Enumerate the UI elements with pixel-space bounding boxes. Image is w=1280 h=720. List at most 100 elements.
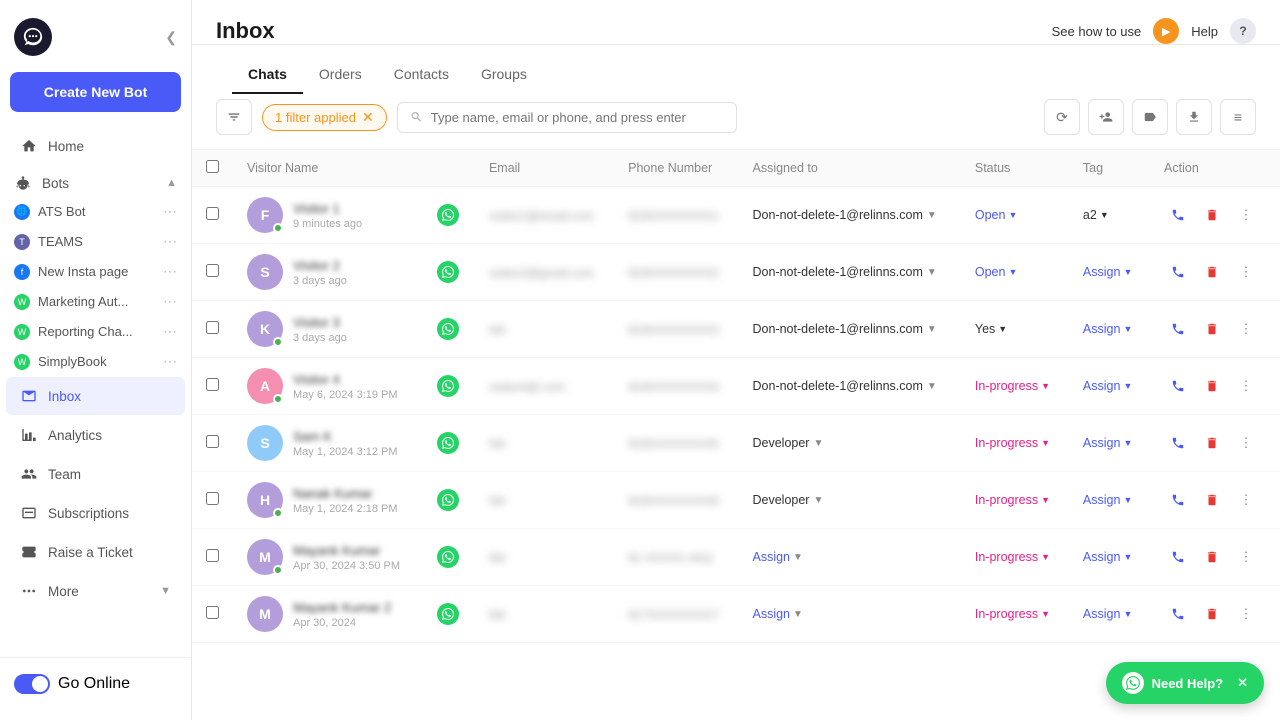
row-checkbox[interactable] — [206, 435, 219, 448]
row-checkbox[interactable] — [206, 321, 219, 334]
sidebar-item-more[interactable]: More ▼ — [6, 572, 185, 610]
sidebar-item-raise-ticket[interactable]: Raise a Ticket — [6, 533, 185, 571]
bot-more-ats[interactable]: ⋯ — [163, 203, 177, 220]
tab-groups[interactable]: Groups — [465, 56, 543, 94]
bot-item-simplybook[interactable]: W SimplyBook ⋯ — [6, 347, 185, 376]
bot-item-insta[interactable]: f New Insta page ⋯ — [6, 257, 185, 286]
row-checkbox[interactable] — [206, 264, 219, 277]
help-button[interactable]: ? — [1230, 18, 1256, 44]
whatsapp-channel-icon — [437, 432, 459, 454]
more-row-button[interactable]: ⋮ — [1232, 258, 1260, 286]
call-button[interactable] — [1164, 600, 1192, 628]
sidebar-item-bots[interactable]: Bots ▲ — [6, 166, 185, 196]
delete-button[interactable] — [1198, 258, 1226, 286]
play-button[interactable]: ▶ — [1153, 18, 1179, 44]
search-icon — [410, 110, 423, 124]
whatsapp-channel-icon — [437, 204, 459, 226]
delete-button[interactable] — [1198, 486, 1226, 514]
analytics-icon — [20, 426, 38, 444]
bot-more-simplybook[interactable]: ⋯ — [163, 353, 177, 370]
delete-button[interactable] — [1198, 543, 1226, 571]
tag-value[interactable]: a2 ▼ — [1083, 208, 1136, 222]
analytics-label: Analytics — [48, 428, 102, 443]
add-user-button[interactable] — [1088, 99, 1124, 135]
call-button[interactable] — [1164, 543, 1192, 571]
visitor-time: 9 minutes ago — [293, 218, 362, 230]
tag-assign[interactable]: Assign ▼ — [1083, 322, 1136, 336]
more-row-button[interactable]: ⋮ — [1232, 429, 1260, 457]
tag-assign[interactable]: Assign ▼ — [1083, 493, 1136, 507]
bot-more-reporting[interactable]: ⋯ — [163, 323, 177, 340]
bot-item-ats[interactable]: 🌐 ATS Bot ⋯ — [6, 197, 185, 226]
more-row-button[interactable]: ⋮ — [1232, 486, 1260, 514]
filter-clear-button[interactable]: ✕ — [362, 109, 374, 126]
tag-assign[interactable]: Assign ▼ — [1083, 436, 1136, 450]
more-row-button[interactable]: ⋮ — [1232, 201, 1260, 229]
call-button[interactable] — [1164, 258, 1192, 286]
go-online-toggle[interactable] — [14, 674, 50, 694]
more-row-button[interactable]: ⋮ — [1232, 372, 1260, 400]
sidebar-item-home[interactable]: Home — [6, 127, 185, 165]
col-email: Email — [475, 150, 614, 187]
bot-item-teams[interactable]: T TEAMS ⋯ — [6, 227, 185, 256]
sidebar-item-inbox[interactable]: Inbox — [6, 377, 185, 415]
help-float-button[interactable]: Need Help? ✕ — [1106, 662, 1264, 704]
tag-assign[interactable]: Assign ▼ — [1083, 550, 1136, 564]
delete-button[interactable] — [1198, 600, 1226, 628]
visitor-time: May 1, 2024 3:12 PM — [293, 446, 398, 458]
collapse-button[interactable]: ❮ — [165, 29, 177, 46]
call-button[interactable] — [1164, 372, 1192, 400]
bot-item-reporting[interactable]: W Reporting Cha... ⋯ — [6, 317, 185, 346]
bot-name-simplybook: SimplyBook — [38, 354, 107, 369]
bot-more-marketing[interactable]: ⋯ — [163, 293, 177, 310]
bot-more-teams[interactable]: ⋯ — [163, 233, 177, 250]
phone-value: 91 XXXXX 4411 — [628, 551, 714, 565]
call-button[interactable] — [1164, 486, 1192, 514]
col-visitor-name: Visitor Name — [233, 150, 423, 187]
more-row-button[interactable]: ⋮ — [1232, 600, 1260, 628]
create-new-bot-button[interactable]: Create New Bot — [10, 72, 181, 112]
bot-item-marketing[interactable]: W Marketing Aut... ⋯ — [6, 287, 185, 316]
help-float-close-icon[interactable]: ✕ — [1237, 675, 1248, 691]
row-checkbox[interactable] — [206, 492, 219, 505]
tag-assign[interactable]: Assign ▼ — [1083, 379, 1136, 393]
phone-value: 919XXXXXXXX1 — [628, 209, 719, 223]
refresh-button[interactable]: ⟳ — [1044, 99, 1080, 135]
tab-contacts[interactable]: Contacts — [378, 56, 465, 94]
more-options-button[interactable]: ≡ — [1220, 99, 1256, 135]
tab-chats[interactable]: Chats — [232, 56, 303, 94]
delete-button[interactable] — [1198, 372, 1226, 400]
tag-assign[interactable]: Assign ▼ — [1083, 265, 1136, 279]
delete-button[interactable] — [1198, 315, 1226, 343]
more-row-button[interactable]: ⋮ — [1232, 315, 1260, 343]
delete-button[interactable] — [1198, 201, 1226, 229]
tag-assign[interactable]: Assign ▼ — [1083, 607, 1136, 621]
select-all-checkbox[interactable] — [206, 160, 219, 173]
assigned-to[interactable]: Assign ▼ — [752, 550, 946, 564]
sidebar-item-team[interactable]: Team — [6, 455, 185, 493]
email-value: NA — [489, 494, 506, 508]
row-checkbox[interactable] — [206, 378, 219, 391]
assigned-to[interactable]: Assign ▼ — [752, 607, 946, 621]
visitor-info: Visitor 2 3 days ago — [293, 258, 347, 287]
phone-value: 919XXXXXXXX3 — [628, 323, 719, 337]
row-checkbox[interactable] — [206, 207, 219, 220]
help-text: Help — [1191, 24, 1218, 39]
row-checkbox[interactable] — [206, 606, 219, 619]
row-checkbox[interactable] — [206, 549, 219, 562]
delete-button[interactable] — [1198, 429, 1226, 457]
visitor-info: Visitor 3 3 days ago — [293, 315, 347, 344]
search-input[interactable] — [431, 110, 724, 125]
tag-button[interactable] — [1132, 99, 1168, 135]
download-button[interactable] — [1176, 99, 1212, 135]
bot-more-insta[interactable]: ⋯ — [163, 263, 177, 280]
more-row-button[interactable]: ⋮ — [1232, 543, 1260, 571]
filter-button[interactable] — [216, 99, 252, 135]
tab-orders[interactable]: Orders — [303, 56, 378, 94]
visitor-info: Mayank Kumar Apr 30, 2024 3:50 PM — [293, 543, 400, 572]
call-button[interactable] — [1164, 429, 1192, 457]
call-button[interactable] — [1164, 201, 1192, 229]
call-button[interactable] — [1164, 315, 1192, 343]
sidebar-item-analytics[interactable]: Analytics — [6, 416, 185, 454]
sidebar-item-subscriptions[interactable]: Subscriptions — [6, 494, 185, 532]
